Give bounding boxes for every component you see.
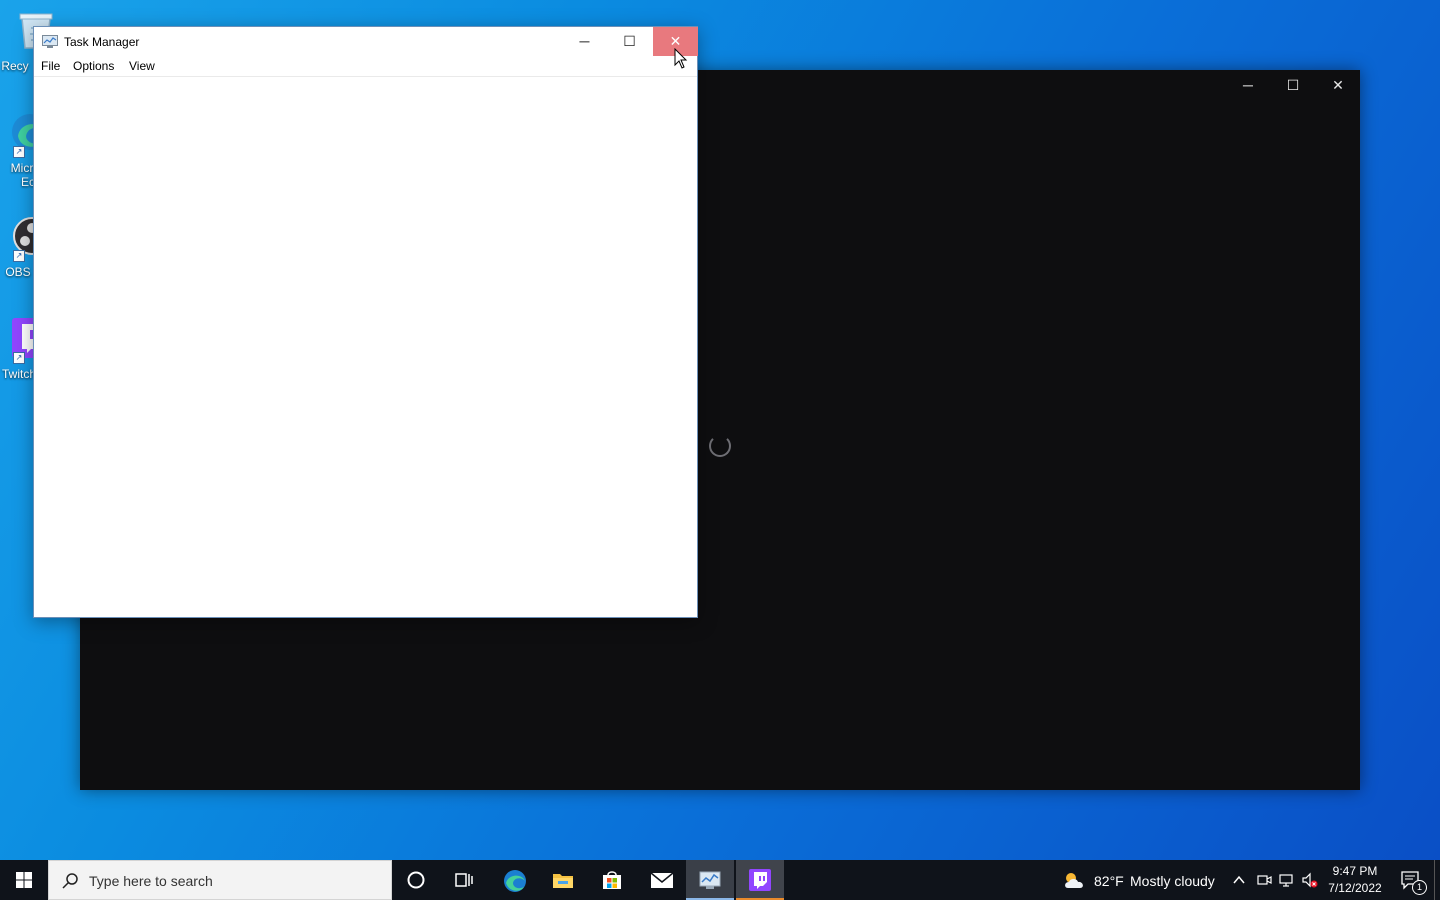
network-icon[interactable] bbox=[1279, 872, 1295, 888]
weather-temperature: 82°F bbox=[1094, 873, 1124, 889]
task-manager-icon bbox=[699, 871, 721, 889]
search-icon bbox=[62, 873, 78, 889]
edge-icon bbox=[504, 870, 526, 892]
weather-description: Mostly cloudy bbox=[1130, 873, 1215, 889]
window-title: Task Manager bbox=[64, 35, 140, 49]
menu-bar: File Options View bbox=[34, 56, 697, 77]
shortcut-arrow-icon: ↗ bbox=[13, 352, 25, 364]
cortana-icon bbox=[407, 871, 425, 889]
task-manager-window: Task Manager ─ ☐ ✕ File Options View bbox=[33, 26, 698, 618]
mail-icon bbox=[650, 872, 674, 888]
action-center-button[interactable]: 1 bbox=[1396, 860, 1430, 900]
cortana-button[interactable] bbox=[392, 860, 440, 900]
shortcut-arrow-icon: ↗ bbox=[13, 250, 25, 262]
shortcut-arrow-icon: ↗ bbox=[13, 146, 25, 158]
volume-muted-icon[interactable] bbox=[1302, 872, 1318, 888]
file-explorer-icon bbox=[553, 874, 573, 888]
twitch-icon bbox=[749, 869, 771, 891]
start-button[interactable] bbox=[0, 860, 48, 900]
taskbar-mail[interactable] bbox=[637, 860, 685, 900]
weather-widget[interactable]: 82°F Mostly cloudy bbox=[1062, 860, 1224, 900]
clock-time: 9:47 PM bbox=[1332, 864, 1378, 878]
task-view-button[interactable] bbox=[440, 860, 488, 900]
loading-spinner-icon bbox=[709, 435, 731, 457]
minimize-button[interactable]: ─ bbox=[562, 27, 607, 56]
search-input[interactable]: Type here to search bbox=[48, 860, 392, 900]
show-desktop-button[interactable] bbox=[1434, 860, 1440, 900]
close-button[interactable]: ✕ bbox=[1315, 70, 1361, 100]
taskbar-file-explorer[interactable] bbox=[539, 860, 587, 900]
menu-view[interactable]: View bbox=[129, 59, 155, 73]
menu-options[interactable]: Options bbox=[73, 59, 114, 73]
mouse-cursor-icon bbox=[674, 48, 688, 69]
clock-date: 7/12/2022 bbox=[1328, 881, 1382, 895]
notification-count: 1 bbox=[1412, 880, 1427, 895]
task-manager-icon bbox=[42, 35, 58, 48]
chevron-up-icon[interactable] bbox=[1231, 872, 1247, 888]
minimize-button[interactable]: ─ bbox=[1225, 70, 1271, 100]
maximize-button[interactable]: ☐ bbox=[1270, 70, 1316, 100]
desktop: Recy ↗ Micr Ec ↗ OBS ↗ Twitch ─ ☐ ✕ Task… bbox=[0, 0, 1440, 860]
windows-logo-icon bbox=[16, 872, 32, 888]
taskbar-twitch[interactable] bbox=[736, 860, 784, 900]
taskbar-store[interactable] bbox=[588, 860, 636, 900]
meet-now-icon[interactable] bbox=[1256, 872, 1272, 888]
partly-cloudy-icon bbox=[1065, 873, 1083, 888]
menu-file[interactable]: File bbox=[41, 59, 60, 73]
search-placeholder: Type here to search bbox=[89, 873, 213, 889]
clock[interactable]: 9:47 PM 7/12/2022 bbox=[1320, 863, 1390, 897]
task-manager-content bbox=[34, 77, 697, 617]
task-view-icon bbox=[455, 873, 473, 887]
taskbar: Type here to search 82°F Mostly cloudy 9… bbox=[0, 860, 1440, 900]
taskbar-task-manager[interactable] bbox=[686, 860, 734, 900]
store-icon bbox=[603, 871, 621, 889]
maximize-button[interactable]: ☐ bbox=[607, 27, 652, 56]
task-manager-titlebar[interactable]: Task Manager ─ ☐ ✕ bbox=[34, 27, 698, 56]
taskbar-edge[interactable] bbox=[490, 860, 538, 900]
